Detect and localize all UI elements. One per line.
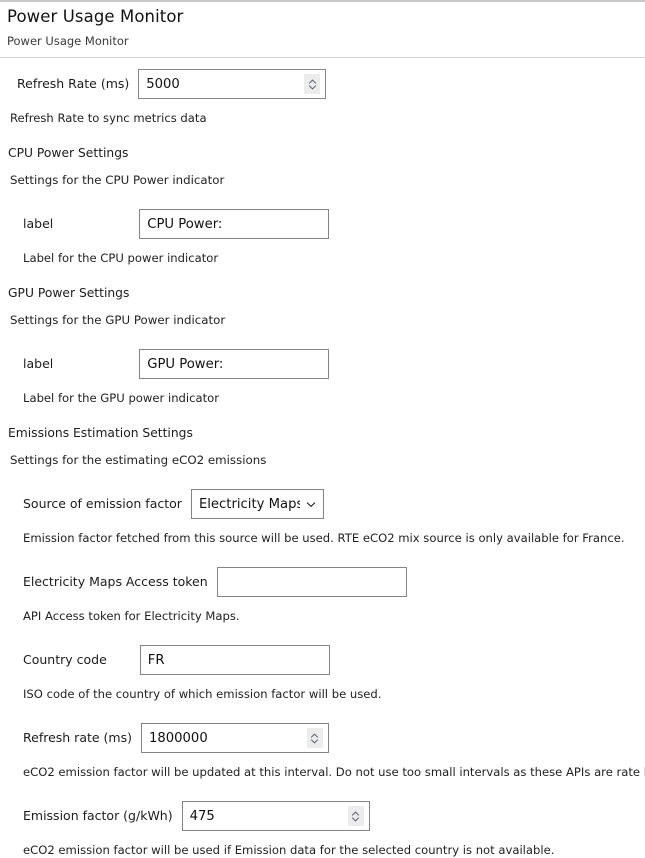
access-token-input[interactable] — [216, 567, 407, 597]
setting-row-country-code: Country code FR — [0, 645, 645, 675]
section-heading-gpu: GPU Power Settings — [8, 286, 130, 300]
setting-row-emission-factor: Emission factor (g/kWh) 475 — [0, 801, 645, 831]
emissions-refresh-rate-label: Refresh rate (ms) — [23, 730, 132, 745]
emission-source-select[interactable]: Electricity Maps — [190, 489, 324, 519]
section-description-emissions: Settings for the estimating eCO2 emissio… — [10, 453, 267, 467]
section-heading-cpu: CPU Power Settings — [8, 146, 129, 160]
emissions-refresh-rate-input[interactable]: 1800000 — [140, 723, 329, 753]
emission-source-label: Source of emission factor — [23, 496, 182, 511]
section-description-gpu: Settings for the GPU Power indicator — [10, 313, 226, 327]
page-header: Power Usage Monitor Power Usage Monitor — [0, 2, 645, 58]
emission-factor-label: Emission factor (g/kWh) — [23, 808, 173, 823]
refresh-rate-description: Refresh Rate to sync metrics data — [10, 111, 207, 125]
number-spinner-icon[interactable] — [304, 74, 321, 94]
number-spinner-icon[interactable] — [347, 806, 364, 826]
gpu-label-description: Label for the GPU power indicator — [23, 391, 220, 405]
emission-factor-description: eCO2 emission factor will be used if Emi… — [23, 843, 555, 857]
emission-factor-input-wrapper: 475 — [181, 801, 370, 831]
setting-row-gpu-label: label GPU Power: — [0, 349, 645, 379]
section-description-cpu: Settings for the CPU Power indicator — [10, 173, 225, 187]
settings-content: Refresh Rate (ms) 5000 Refresh Rate to s… — [0, 58, 645, 858]
gpu-label-label: label — [23, 356, 54, 371]
page-subtitle: Power Usage Monitor — [7, 34, 129, 48]
refresh-rate-label: Refresh Rate (ms) — [17, 76, 130, 91]
country-code-input[interactable]: FR — [139, 645, 330, 675]
number-spinner-icon[interactable] — [306, 728, 323, 748]
cpu-label-label: label — [23, 216, 54, 231]
gpu-label-input[interactable]: GPU Power: — [139, 349, 330, 379]
emission-source-selected-value: Electricity Maps — [198, 496, 300, 512]
setting-row-emissions-refresh-rate: Refresh rate (ms) 1800000 — [0, 723, 645, 753]
setting-row-refresh-rate: Refresh Rate (ms) 5000 — [0, 69, 645, 99]
access-token-description: API Access token for Electricity Maps. — [23, 609, 240, 623]
section-heading-emissions: Emissions Estimation Settings — [8, 426, 193, 440]
cpu-label-input[interactable]: CPU Power: — [139, 209, 330, 239]
emissions-refresh-rate-description: eCO2 emission factor will be updated at … — [23, 765, 645, 779]
emission-source-description: Emission factor fetched from this source… — [23, 531, 625, 545]
emission-factor-input[interactable]: 475 — [181, 801, 370, 831]
access-token-label: Electricity Maps Access token — [23, 574, 208, 589]
setting-row-emission-source: Source of emission factor Electricity Ma… — [0, 489, 645, 519]
setting-row-cpu-label: label CPU Power: — [0, 209, 645, 239]
cpu-label-description: Label for the CPU power indicator — [23, 251, 219, 265]
setting-row-access-token: Electricity Maps Access token — [0, 567, 645, 597]
page-title: Power Usage Monitor — [7, 7, 184, 26]
country-code-label: Country code — [23, 652, 107, 667]
chevron-down-icon — [306, 501, 316, 508]
refresh-rate-input-wrapper: 5000 — [138, 69, 327, 99]
refresh-rate-input[interactable]: 5000 — [138, 69, 327, 99]
emissions-refresh-rate-input-wrapper: 1800000 — [140, 723, 329, 753]
country-code-description: ISO code of the country of which emissio… — [23, 687, 382, 701]
